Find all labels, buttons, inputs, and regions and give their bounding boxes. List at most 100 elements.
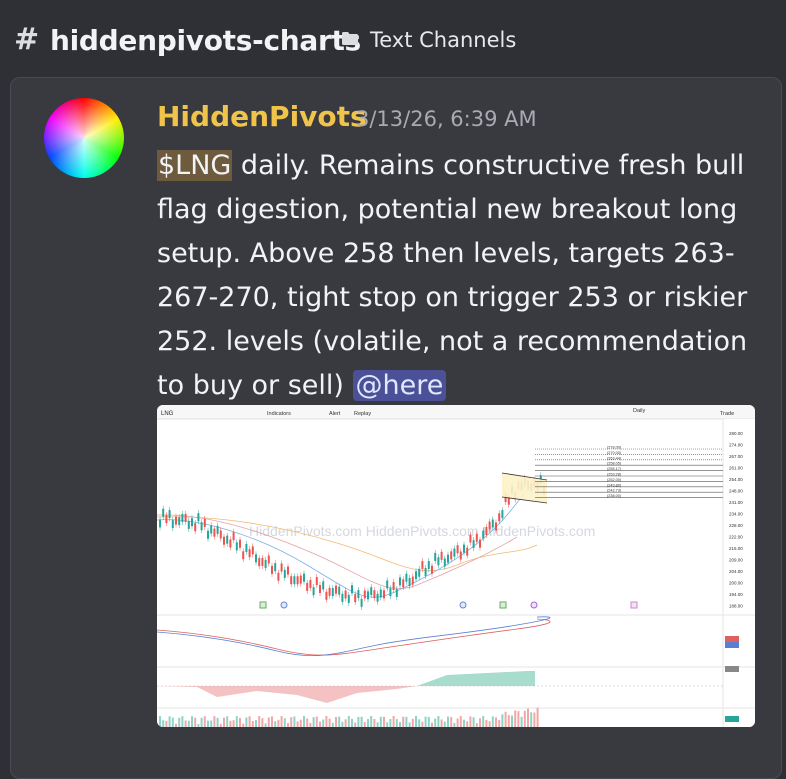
candle-body bbox=[421, 561, 424, 570]
volume-bar bbox=[322, 719, 325, 727]
axis-tick-label: 254.00 bbox=[729, 477, 743, 482]
volume-bar bbox=[437, 716, 440, 727]
candle-body bbox=[248, 549, 251, 558]
volume-bar bbox=[271, 716, 273, 727]
volume-bar bbox=[456, 718, 459, 727]
candle-body bbox=[491, 519, 494, 528]
message-author[interactable]: HiddenPivots bbox=[157, 100, 367, 133]
candle-body bbox=[239, 539, 241, 548]
chart-toolbar bbox=[157, 405, 755, 419]
volume-bar bbox=[479, 718, 481, 727]
candle-body bbox=[386, 580, 389, 589]
volume-bar bbox=[207, 720, 209, 727]
level-label: (278.00) bbox=[607, 446, 622, 450]
volume-bar bbox=[203, 716, 206, 727]
volume-bar bbox=[210, 720, 213, 727]
candle-body bbox=[431, 565, 433, 574]
volume-bar bbox=[392, 716, 395, 727]
candle-body bbox=[280, 563, 283, 572]
candle-body bbox=[453, 548, 456, 557]
candle-body bbox=[466, 547, 469, 556]
candle-body bbox=[335, 585, 337, 594]
volume-bar bbox=[235, 716, 238, 727]
volume-bar bbox=[223, 717, 225, 727]
axis-tick-label: 209.00 bbox=[729, 558, 743, 563]
candle-body bbox=[415, 571, 417, 580]
volume-bar bbox=[488, 721, 491, 727]
volume-bar bbox=[469, 716, 472, 727]
volume-bar bbox=[232, 720, 235, 727]
ticker-tag[interactable]: $LNG bbox=[157, 150, 233, 181]
volume-bar bbox=[255, 720, 257, 727]
axis-tick-label: 248.00 bbox=[729, 489, 743, 494]
volume-bar bbox=[191, 716, 193, 727]
volume-bar bbox=[319, 721, 321, 727]
volume-bar bbox=[242, 723, 245, 727]
volume-bar bbox=[283, 718, 286, 727]
channel-hash-icon: # bbox=[14, 22, 40, 57]
volume-bar bbox=[325, 716, 328, 727]
level-label: (249.80) bbox=[607, 483, 622, 487]
candle-body bbox=[207, 530, 209, 539]
candle-body bbox=[319, 584, 321, 593]
candle-body bbox=[383, 590, 385, 599]
volume-bar bbox=[376, 722, 379, 727]
candle-body bbox=[309, 579, 312, 588]
volume-bar bbox=[424, 716, 427, 727]
volume-bar bbox=[466, 721, 469, 727]
interval-label: Daily bbox=[633, 408, 645, 414]
volume-bar bbox=[341, 721, 344, 727]
mention-here[interactable]: @here bbox=[352, 370, 447, 401]
avatar[interactable] bbox=[44, 98, 124, 178]
candle-body bbox=[472, 540, 475, 549]
candle-body bbox=[303, 573, 305, 582]
volume-bar bbox=[344, 719, 347, 727]
volume-bar bbox=[450, 717, 453, 727]
candle-body bbox=[354, 594, 357, 603]
candle-body bbox=[290, 576, 293, 585]
candle-body bbox=[242, 551, 245, 560]
level-label: (270.00) bbox=[607, 451, 622, 455]
candle-body bbox=[475, 533, 478, 542]
channel-category[interactable]: Text Channels bbox=[370, 28, 516, 52]
candle-body bbox=[427, 560, 430, 569]
candle-body bbox=[443, 558, 446, 567]
volume-bar bbox=[431, 722, 433, 727]
candle-body bbox=[296, 576, 299, 585]
axis-tick-label: 194.00 bbox=[729, 592, 743, 597]
candle-body bbox=[450, 551, 453, 560]
volume-bar bbox=[280, 716, 283, 727]
candle-body bbox=[447, 554, 449, 563]
volume-bar bbox=[360, 716, 363, 727]
candle-body bbox=[482, 530, 485, 539]
candle-body bbox=[363, 590, 366, 599]
candle-body bbox=[175, 516, 177, 525]
chart-attachment[interactable]: LNG Indicators Alert Replay Daily Trade … bbox=[157, 405, 755, 727]
candle-body bbox=[440, 551, 443, 560]
candle-body bbox=[498, 513, 501, 522]
volume-bar bbox=[383, 716, 385, 727]
candle-body bbox=[495, 522, 497, 531]
message-body: daily. Remains constructive fresh bull f… bbox=[157, 150, 748, 401]
candle-body bbox=[200, 522, 203, 531]
volume-bar bbox=[338, 716, 341, 727]
candle-body bbox=[165, 515, 168, 524]
candle-body bbox=[325, 591, 328, 600]
volume-bar bbox=[373, 718, 376, 727]
volume-bar bbox=[501, 714, 504, 727]
volume-bar bbox=[520, 716, 523, 727]
volume-bar bbox=[162, 720, 165, 727]
level-label: (238.00) bbox=[607, 494, 622, 498]
candle-body bbox=[408, 578, 411, 587]
channel-name[interactable]: hiddenpivots-charts bbox=[50, 24, 361, 57]
candle-body bbox=[395, 588, 398, 597]
candle-body bbox=[376, 593, 379, 602]
candle-body bbox=[411, 576, 414, 585]
volume-bar bbox=[213, 716, 216, 727]
volume-bar bbox=[264, 723, 267, 727]
volume-bar bbox=[402, 716, 405, 727]
candle-body bbox=[338, 586, 341, 595]
channel-header: # hiddenpivots-charts Text Channels bbox=[0, 0, 786, 78]
volume-bar bbox=[527, 708, 529, 727]
candle-body bbox=[251, 546, 254, 555]
